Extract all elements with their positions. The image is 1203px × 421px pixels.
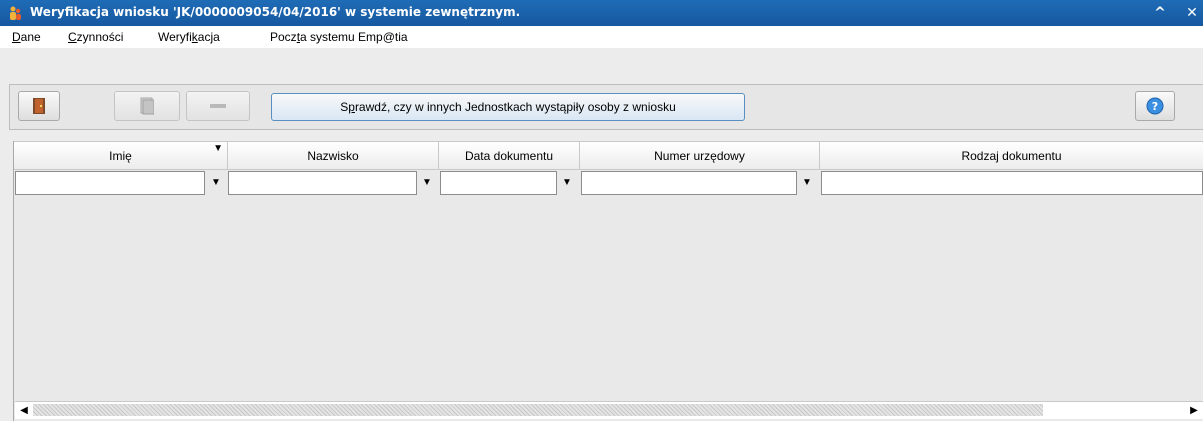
menu-bar: Dane Czynności Weryfikacja Poczta system… xyxy=(0,26,1203,48)
grid-header: Imię ▼ Nazwisko Data dokumentu Numer urz… xyxy=(14,141,1203,170)
chevron-down-icon[interactable]: ▼ xyxy=(798,174,816,192)
filter-imie: ▼ xyxy=(15,171,227,195)
filter-numer-urzedowy-input[interactable] xyxy=(581,171,797,195)
column-header-imie[interactable]: Imię ▼ xyxy=(14,142,228,170)
chevron-down-icon[interactable]: ▼ xyxy=(418,174,436,192)
app-icon xyxy=(10,6,21,20)
app-window: Weryfikacja wniosku 'JK/0000009054/04/20… xyxy=(0,0,1203,421)
toolbar: Sprawdź, czy w innych Jednostkach wystąp… xyxy=(9,84,1203,130)
filter-nazwisko-input[interactable] xyxy=(228,171,417,195)
data-grid: Imię ▼ Nazwisko Data dokumentu Numer urz… xyxy=(13,141,1203,421)
window-title: Weryfikacja wniosku 'JK/0000009054/04/20… xyxy=(30,5,521,19)
scroll-left-icon[interactable]: ◀ xyxy=(17,402,31,419)
exit-door-icon xyxy=(33,98,45,114)
scrollbar-thumb[interactable] xyxy=(33,404,1043,416)
filter-row: ▼ ▼ ▼ ▼ xyxy=(14,171,1203,195)
copy-button[interactable] xyxy=(114,91,180,121)
menu-item-poczta[interactable]: Poczta systemu Emp@tia xyxy=(270,30,408,44)
horizontal-scrollbar[interactable]: ◀ ▶ xyxy=(15,401,1203,419)
document-icon xyxy=(140,97,154,115)
filter-rodzaj-dokumentu xyxy=(821,171,1203,195)
column-header-rodzaj-dokumentu[interactable]: Rodzaj dokumentu xyxy=(820,142,1203,170)
help-button[interactable]: ? xyxy=(1135,91,1175,121)
minus-icon xyxy=(210,104,226,108)
filter-imie-input[interactable] xyxy=(15,171,205,195)
filter-data-dokumentu-input[interactable] xyxy=(440,171,557,195)
filter-numer-urzedowy: ▼ xyxy=(581,171,820,195)
column-header-data-dokumentu[interactable]: Data dokumentu xyxy=(439,142,580,170)
title-bar[interactable]: Weryfikacja wniosku 'JK/0000009054/04/20… xyxy=(0,0,1203,26)
filter-nazwisko: ▼ xyxy=(228,171,439,195)
filter-rodzaj-dokumentu-input[interactable] xyxy=(821,171,1203,195)
column-header-numer-urzedowy[interactable]: Numer urzędowy xyxy=(580,142,820,170)
column-header-nazwisko[interactable]: Nazwisko xyxy=(228,142,439,170)
remove-button[interactable] xyxy=(186,91,250,121)
help-icon: ? xyxy=(1146,97,1164,115)
scroll-right-icon[interactable]: ▶ xyxy=(1187,402,1201,419)
svg-text:?: ? xyxy=(1152,100,1158,113)
chevron-down-icon[interactable]: ▼ xyxy=(558,174,576,192)
filter-data-dokumentu: ▼ xyxy=(440,171,580,195)
chevron-down-icon[interactable]: ▼ xyxy=(207,174,225,192)
check-other-units-button[interactable]: Sprawdź, czy w innych Jednostkach wystąp… xyxy=(271,93,745,121)
menu-item-dane[interactable]: Dane xyxy=(12,30,41,44)
sort-descending-icon: ▼ xyxy=(213,143,223,154)
exit-button[interactable] xyxy=(18,91,60,121)
menu-item-weryfikacja[interactable]: Weryfikacja xyxy=(158,30,220,44)
collapse-button[interactable]: ^ xyxy=(1150,3,1170,23)
close-button[interactable]: ✕ xyxy=(1182,3,1202,23)
menu-item-czynnosci[interactable]: Czynności xyxy=(68,30,123,44)
